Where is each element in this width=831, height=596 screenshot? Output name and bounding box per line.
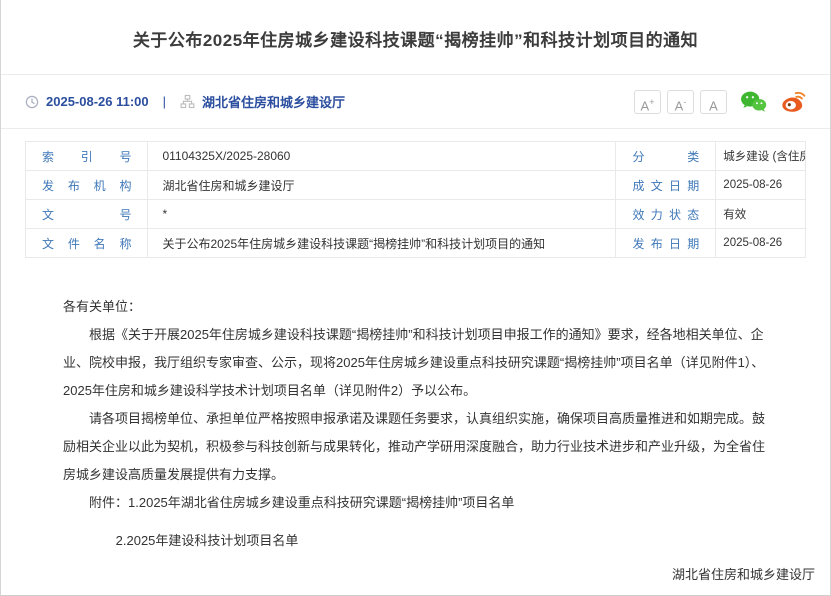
document-info-table: 索引号 01104325X/2025-28060 分类 城乡建设 (含住房) 发… (25, 141, 806, 258)
publish-date-label: 发布日期 (616, 229, 716, 258)
weibo-share-icon[interactable] (780, 90, 806, 113)
body-paragraph-2: 请各项目揭榜单位、承担单位严格按照申报承诺及课题任务要求，认真组织实施，确保项目… (63, 405, 768, 489)
written-date-value: 2025-08-26 (716, 171, 806, 200)
category-value: 城乡建设 (含住房) (716, 142, 806, 171)
table-row-filename: 文件名称 关于公布2025年住房城乡建设科技课题“揭榜挂帅”和科技计划项目的通知… (26, 229, 806, 258)
index-number-label: 索引号 (26, 142, 148, 171)
doc-number-value: * (148, 200, 616, 229)
table-row-docnum: 文号 * 效力状态 有效 (26, 200, 806, 229)
attachments-label: 附件： (89, 489, 128, 517)
category-label: 分类 (616, 142, 716, 171)
notice-page: 关于公布2025年住房城乡建设科技课题“揭榜挂帅”和科技计划项目的通知 2025… (0, 0, 831, 596)
publish-datetime: 2025-08-26 11:00 (46, 94, 149, 109)
table-row-index: 索引号 01104325X/2025-28060 分类 城乡建设 (含住房) (26, 142, 806, 171)
meta-row: 2025-08-26 11:00 | 湖北省住房和城乡建设厅 A+ A- A (1, 75, 830, 128)
meta-left: 2025-08-26 11:00 | 湖北省住房和城乡建设厅 (25, 92, 345, 111)
table-row-agency: 发布机构 湖北省住房和城乡建设厅 成文日期 2025-08-26 (26, 171, 806, 200)
page-title: 关于公布2025年住房城乡建设科技课题“揭榜挂帅”和科技计划项目的通知 (1, 26, 830, 51)
index-number-value: 01104325X/2025-28060 (148, 142, 616, 171)
attachment-item-2: 2.2025年建设科技计划项目名单 (116, 527, 768, 555)
signature-org: 湖北省住房和城乡建设厅 (63, 561, 815, 589)
validity-label: 效力状态 (616, 200, 716, 229)
signature-block: 湖北省住房和城乡建设厅 2025年8月26日 (63, 561, 815, 596)
wechat-share-icon[interactable] (740, 90, 767, 113)
meta-right: A+ A- A (628, 90, 806, 114)
publish-date-value: 2025-08-26 (716, 229, 806, 258)
font-increase-button[interactable]: A+ (634, 90, 661, 114)
meta-separator: | (163, 94, 166, 109)
notice-body: 各有关单位： 根据《关于开展2025年住房城乡建设科技课题“揭榜挂帅”和科技计划… (1, 258, 830, 596)
issuing-agency-value: 湖北省住房和城乡建设厅 (148, 171, 616, 200)
written-date-label: 成文日期 (616, 171, 716, 200)
attachments-line: 附件： 1.2025年湖北省住房城乡建设重点科技研究课题“揭榜挂帅”项目名单 (89, 489, 768, 517)
salutation: 各有关单位： (63, 293, 768, 321)
org-sitemap-icon (180, 94, 195, 109)
meta-divider (1, 128, 830, 129)
doc-number-label: 文号 (26, 200, 148, 229)
issuing-agency-label: 发布机构 (26, 171, 148, 200)
file-name-label: 文件名称 (26, 229, 148, 258)
validity-value: 有效 (716, 200, 806, 229)
source-org-link[interactable]: 湖北省住房和城乡建设厅 (202, 92, 345, 111)
clock-icon (25, 95, 39, 109)
attachment-item-1: 1.2025年湖北省住房城乡建设重点科技研究课题“揭榜挂帅”项目名单 (128, 489, 514, 517)
file-name-value: 关于公布2025年住房城乡建设科技课题“揭榜挂帅”和科技计划项目的通知 (148, 229, 616, 258)
body-paragraph-1: 根据《关于开展2025年住房城乡建设科技课题“揭榜挂帅”和科技计划项目申报工作的… (63, 321, 768, 405)
font-decrease-button[interactable]: A- (667, 90, 694, 114)
font-reset-button[interactable]: A (700, 90, 727, 114)
